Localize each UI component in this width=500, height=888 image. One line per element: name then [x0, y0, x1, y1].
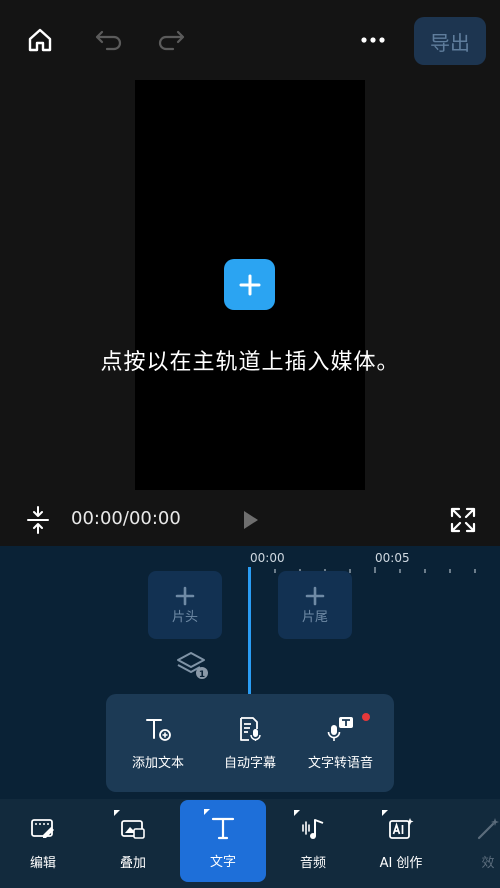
intro-label: 片头: [171, 609, 198, 625]
nav-text[interactable]: 文字: [180, 800, 266, 882]
add-text-icon: [143, 714, 173, 744]
add-media-button[interactable]: [224, 259, 275, 310]
nav-overlay-label: 叠加: [119, 855, 146, 871]
nav-effects-label: 效: [481, 855, 495, 871]
plus-icon: [305, 586, 325, 605]
split-view-icon[interactable]: [20, 502, 56, 538]
fullscreen-icon[interactable]: [445, 502, 481, 538]
nav-text-label: 文字: [209, 854, 236, 870]
ruler-label-start: 00:00: [250, 551, 285, 565]
text-to-speech-icon: [326, 714, 356, 744]
overlay-icon: [114, 809, 148, 844]
audio-icon: [294, 809, 328, 844]
ai-create-icon: [382, 809, 416, 844]
nav-audio[interactable]: 音频: [270, 799, 356, 885]
outro-label: 片尾: [301, 609, 328, 625]
layers-icon[interactable]: 1: [176, 650, 210, 680]
add-outro-button[interactable]: 片尾: [278, 571, 352, 639]
home-icon[interactable]: [22, 22, 58, 58]
layer-count-badge: 1: [199, 670, 205, 680]
plus-icon: [175, 586, 195, 605]
text-tools-popup: 添加文本 自动字幕 文字转语音: [106, 694, 394, 792]
top-toolbar: 导出: [0, 0, 500, 80]
auto-caption-label: 自动字幕: [224, 756, 277, 771]
nav-edit-label: 编辑: [29, 855, 56, 871]
text-to-speech-button[interactable]: 文字转语音: [308, 714, 373, 771]
time-display: 00:00/00:00: [71, 508, 181, 529]
effects-icon: [473, 814, 500, 844]
undo-icon[interactable]: [90, 22, 126, 58]
text-to-speech-label: 文字转语音: [308, 756, 374, 771]
text-icon: [204, 808, 238, 843]
auto-caption-button[interactable]: 自动字幕: [224, 714, 276, 771]
playback-bar: 00:00/00:00: [0, 498, 500, 542]
play-icon[interactable]: [233, 502, 269, 538]
add-text-label: 添加文本: [132, 756, 185, 771]
edit-icon: [28, 814, 58, 844]
add-text-button[interactable]: 添加文本: [132, 714, 184, 771]
nav-effects[interactable]: 效: [448, 799, 500, 885]
ruler-label-5s: 00:05: [375, 551, 410, 565]
new-feature-badge: [362, 713, 370, 721]
nav-edit[interactable]: 编辑: [0, 799, 86, 885]
nav-ai-create[interactable]: AI 创作: [358, 799, 444, 885]
bottom-nav: 编辑 叠加 文字 音频 AI 创作 效: [0, 799, 500, 888]
nav-audio-label: 音频: [299, 855, 326, 871]
nav-ai-create-label: AI 创作: [379, 855, 423, 871]
export-button[interactable]: 导出: [414, 17, 486, 65]
insert-media-hint: 点按以在主轨道上插入媒体。: [100, 350, 400, 375]
auto-caption-icon: [235, 714, 265, 744]
redo-icon[interactable]: [154, 22, 190, 58]
nav-overlay[interactable]: 叠加: [90, 799, 176, 885]
add-intro-button[interactable]: 片头: [148, 571, 222, 639]
plus-icon: [239, 274, 260, 295]
more-icon[interactable]: [355, 22, 391, 58]
